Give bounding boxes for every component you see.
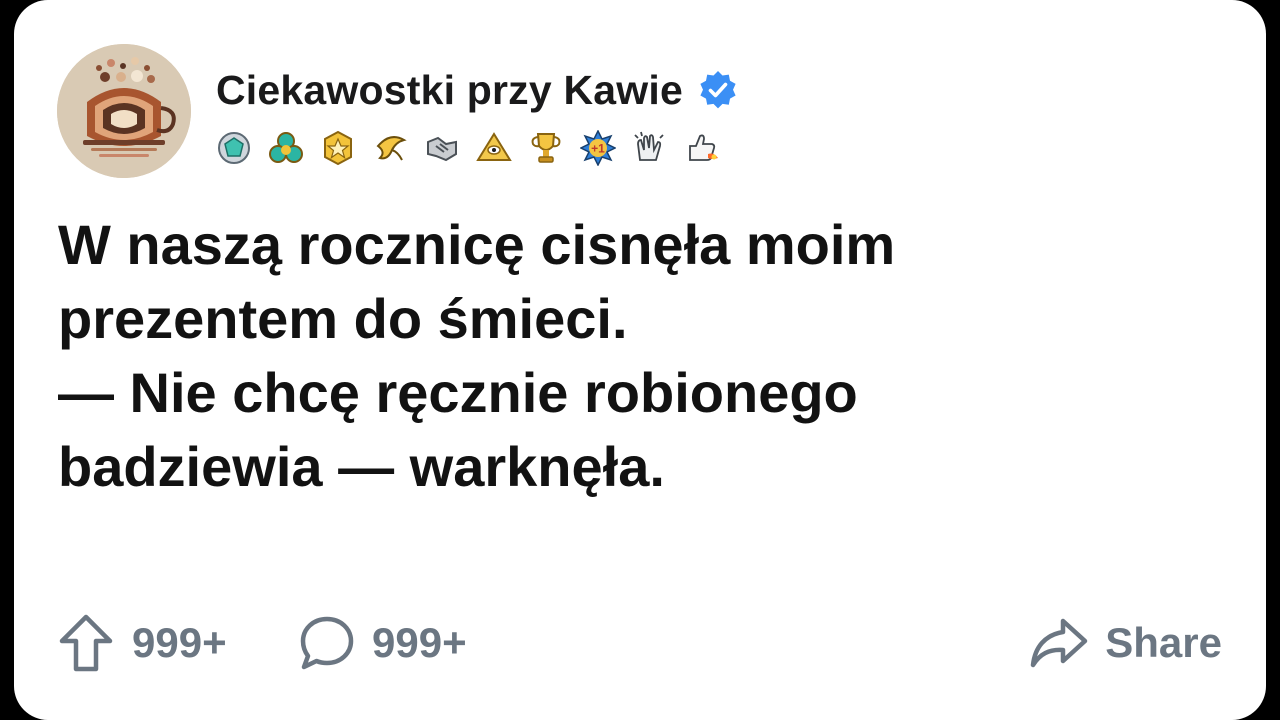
post-text-line: W naszą rocznicę cisnęła moim: [58, 213, 896, 276]
post-text-line: prezentem do śmieci.: [58, 287, 628, 350]
upvote-button[interactable]: 999+: [58, 608, 227, 678]
badge-row: +1: [216, 128, 736, 168]
trophy-badge-icon[interactable]: [528, 130, 564, 166]
upvote-count: 999+: [132, 619, 227, 666]
handshake-badge-icon[interactable]: [424, 130, 460, 166]
star-medal-badge-icon[interactable]: [320, 130, 356, 166]
gem-badge-icon[interactable]: [216, 130, 252, 166]
plus-one-badge-icon[interactable]: +1: [580, 130, 616, 166]
banana-hand-badge-icon[interactable]: [372, 130, 408, 166]
post-text-line: — Nie chcę ręcznie robionego: [58, 361, 858, 424]
action-bar: 999+ 999+ Share: [58, 608, 1222, 678]
post-text-line: badziewia — warknęła.: [58, 435, 665, 498]
share-label: Share: [1105, 619, 1222, 666]
post-body: W naszą rocznicę cisnęła moim prezentem …: [58, 208, 1178, 504]
trefoil-badge-icon[interactable]: [268, 130, 304, 166]
upvote-arrow-icon: [59, 614, 113, 672]
share-button[interactable]: Share: [1029, 608, 1222, 678]
author-row: Ciekawostki przy Kawie: [216, 66, 739, 114]
comment-bubble-icon: [300, 616, 354, 670]
share-arrow-icon: [1031, 618, 1088, 668]
comments-button[interactable]: 999+: [298, 608, 467, 678]
comment-count: 999+: [372, 619, 467, 666]
clapping-hands-badge-icon[interactable]: [632, 130, 668, 166]
author-name[interactable]: Ciekawostki przy Kawie: [216, 67, 683, 114]
thumbs-up-rocket-badge-icon[interactable]: [684, 130, 720, 166]
svg-text:+1: +1: [591, 142, 605, 156]
verified-badge-icon: [700, 71, 736, 109]
pyramid-badge-icon[interactable]: [476, 130, 512, 166]
coffee-cup-logo-icon: [57, 44, 191, 178]
avatar[interactable]: [57, 44, 191, 178]
